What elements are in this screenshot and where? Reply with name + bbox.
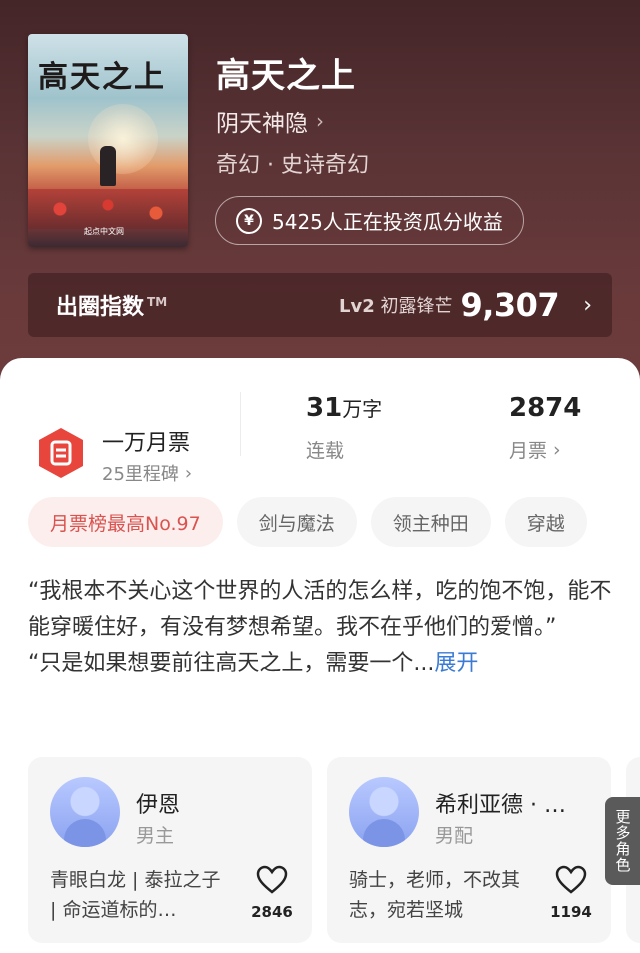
- character-name: 伊恩: [136, 793, 181, 818]
- description-paragraph: “只是如果想要前往高天之上，需要一个...展开: [28, 651, 479, 676]
- cover-title: 高天之上: [38, 60, 166, 95]
- cover-sun: [88, 104, 158, 174]
- ticket-milestone-sub[interactable]: 25里程碑 ›: [102, 460, 192, 486]
- invest-text: 5425人正在投资瓜分收益: [272, 210, 503, 234]
- ticket-milestone-title[interactable]: 一万月票: [102, 425, 190, 457]
- character-role: 男配: [435, 825, 474, 847]
- avatar: [50, 777, 120, 847]
- chevron-right-icon: ›: [316, 109, 324, 133]
- word-count: 31万字: [306, 393, 383, 423]
- character-desc: 青眼白龙 | 泰拉之子 | 命运道标的…: [50, 869, 221, 921]
- cover-publisher: 起点中文网: [84, 227, 124, 236]
- book-genre: 奇幻 · 史诗奇幻: [216, 153, 369, 178]
- index-right: Lv2 初露锋芒 9,307 ›: [339, 286, 592, 324]
- cover-figure: [100, 146, 116, 186]
- index-label: 出圈指数 TM: [56, 294, 168, 320]
- character-card[interactable]: 伊恩 男主 青眼白龙 | 泰拉之子 | 命运道标的… 2846: [28, 757, 312, 943]
- trademark: TM: [147, 294, 168, 309]
- invest-button[interactable]: ¥ 5425人正在投资瓜分收益: [215, 196, 524, 245]
- tag-list: 月票榜最高No.97 剑与魔法 领主种田 穿越: [28, 497, 587, 547]
- heart-outline-icon[interactable]: [555, 865, 587, 895]
- cover-flowers: [28, 189, 188, 229]
- avatar: [349, 777, 419, 847]
- more-roles-button[interactable]: 更多角色: [605, 797, 640, 885]
- author-link[interactable]: 阴天神隐 ›: [216, 104, 324, 138]
- author-name: 阴天神隐: [216, 111, 308, 137]
- heart-outline-icon[interactable]: [256, 865, 288, 895]
- description-paragraph: “我根本不关心这个世界的人活的怎么样，吃的饱不饱，能不能穿暖住好，有没有梦想希望…: [28, 579, 612, 640]
- index-level: Lv2 初露锋芒: [339, 296, 453, 317]
- chevron-right-icon: ›: [583, 292, 592, 318]
- ticket-icon: [39, 428, 83, 478]
- character-card[interactable]: 希利亚德 · … 男配 骑士，老师，不改其志，宛若坚城 1194: [327, 757, 611, 943]
- popularity-index-bar[interactable]: 出圈指数 TM Lv2 初露锋芒 9,307 ›: [28, 273, 612, 337]
- book-cover[interactable]: 高天之上 起点中文网: [28, 34, 188, 247]
- chevron-right-icon: ›: [553, 438, 561, 461]
- tag-item[interactable]: 领主种田: [370, 497, 491, 547]
- tag-item[interactable]: 剑与魔法: [236, 497, 357, 547]
- stats-divider: [240, 392, 241, 456]
- chevron-right-icon: ›: [184, 462, 193, 484]
- like-count: 1194: [550, 903, 592, 921]
- character-desc: 骑士，老师，不改其志，宛若坚城: [349, 869, 521, 921]
- index-value: 9,307: [460, 286, 560, 324]
- monthly-votes-label[interactable]: 月票 ›: [509, 436, 561, 463]
- tag-rank[interactable]: 月票榜最高No.97: [28, 497, 223, 547]
- yen-coin-icon: ¥: [236, 207, 262, 234]
- book-title: 高天之上: [216, 56, 356, 96]
- tag-item[interactable]: 穿越: [504, 497, 587, 547]
- character-role: 男主: [136, 825, 175, 847]
- like-count: 2846: [251, 903, 293, 921]
- expand-link[interactable]: 展开: [434, 651, 478, 676]
- book-description[interactable]: “我根本不关心这个世界的人活的怎么样，吃的饱不饱，能不能穿暖住好，有没有梦想希望…: [28, 574, 612, 682]
- monthly-votes-value[interactable]: 2874: [509, 393, 581, 423]
- serial-status: 连载: [306, 440, 345, 462]
- character-name: 希利亚德 · …: [435, 793, 566, 818]
